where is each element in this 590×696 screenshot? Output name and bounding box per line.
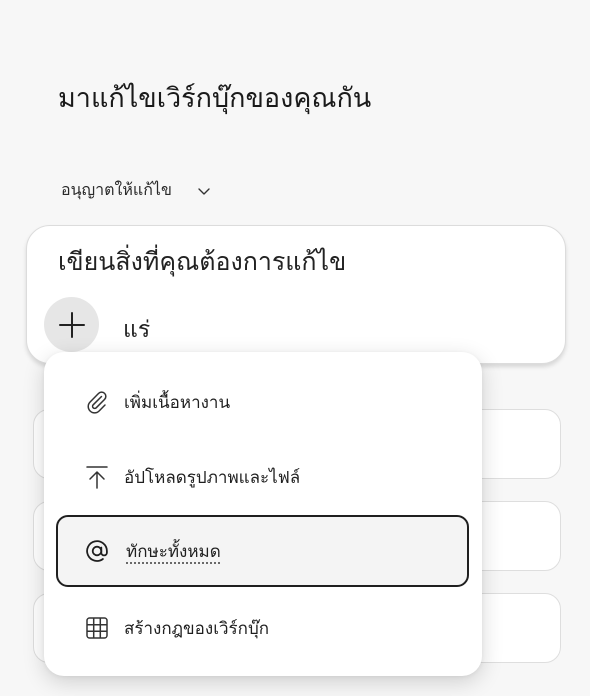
add-button[interactable] bbox=[44, 297, 99, 352]
plus-icon bbox=[58, 311, 85, 338]
permission-dropdown[interactable]: อนุญาตให้แก้ไข bbox=[61, 178, 212, 203]
add-menu-popup: เพิ่มเนื้อหางาน อัปโหลดรูปภาพและไฟล์ ทัก… bbox=[44, 352, 482, 676]
permission-label: อนุญาตให้แก้ไข bbox=[61, 180, 172, 199]
chevron-down-icon bbox=[198, 187, 210, 195]
prompt-composer[interactable]: เขียนสิ่งที่คุณต้องการแก้ไข แร่ bbox=[26, 225, 566, 364]
composer-placeholder: เขียนสิ่งที่คุณต้องการแก้ไข bbox=[58, 247, 347, 276]
menu-item-upload-images-files[interactable]: อัปโหลดรูปภาพและไฟล์ bbox=[44, 447, 482, 507]
at-sign-icon bbox=[84, 538, 110, 564]
page-title: มาแก้ไขเวิร์กบุ๊กของคุณกัน bbox=[58, 83, 372, 114]
menu-item-add-work-content[interactable]: เพิ่มเนื้อหางาน bbox=[44, 372, 482, 432]
menu-item-label: เพิ่มเนื้อหางาน bbox=[124, 392, 231, 413]
paperclip-icon bbox=[84, 389, 110, 415]
menu-item-label: สร้างกฎของเวิร์กบุ๊ก bbox=[124, 618, 270, 639]
composer-input-text[interactable]: แร่ bbox=[123, 312, 150, 348]
menu-item-label: ทักษะทั้งหมด bbox=[126, 541, 221, 562]
menu-item-create-workbook-rules[interactable]: สร้างกฎของเวิร์กบุ๊ก bbox=[44, 598, 482, 658]
menu-item-all-skills[interactable]: ทักษะทั้งหมด bbox=[56, 515, 469, 587]
upload-icon bbox=[84, 464, 110, 490]
menu-item-label: อัปโหลดรูปภาพและไฟล์ bbox=[124, 467, 301, 488]
table-grid-icon bbox=[84, 615, 110, 641]
